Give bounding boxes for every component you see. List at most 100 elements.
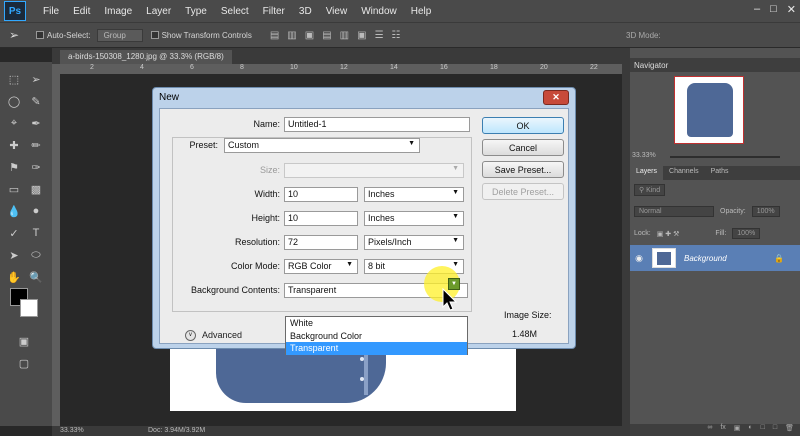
marquee-tool-icon[interactable]: ⬚: [4, 70, 24, 88]
menu-window[interactable]: Window: [354, 6, 404, 17]
zoom-tool-icon[interactable]: 🔍: [26, 268, 46, 286]
save-preset-button[interactable]: Save Preset...: [482, 161, 564, 178]
eyedropper-tool-icon[interactable]: ✒: [26, 114, 46, 132]
dialog-close-button[interactable]: ✕: [543, 90, 569, 105]
navigator-zoom[interactable]: 33.33%: [632, 152, 656, 159]
auto-select-dropdown[interactable]: Group: [96, 28, 143, 42]
screen-mode-icon[interactable]: ▢: [14, 354, 34, 372]
trash-icon[interactable]: 🗑: [785, 424, 794, 436]
ruler-tick: 8: [240, 64, 244, 71]
quick-select-tool-icon[interactable]: ✎: [26, 92, 46, 110]
dropdown-option-transparent[interactable]: Transparent: [286, 342, 467, 355]
menu-type[interactable]: Type: [178, 6, 214, 17]
align-left-icon[interactable]: ▤: [322, 30, 331, 41]
height-input[interactable]: 10: [284, 211, 358, 226]
name-input[interactable]: Untitled-1: [284, 117, 470, 132]
hand-tool-icon[interactable]: ✋: [4, 268, 24, 286]
mask-icon[interactable]: ▣: [734, 424, 741, 436]
tab-channels[interactable]: Channels: [663, 166, 705, 180]
menu-layer[interactable]: Layer: [139, 6, 178, 17]
healing-tool-icon[interactable]: ✚: [4, 136, 24, 154]
width-unit-select[interactable]: Inches ▼: [364, 187, 464, 202]
align-right-icon[interactable]: ▣: [357, 30, 366, 41]
crop-tool-icon[interactable]: ⌖: [4, 114, 24, 132]
link-layers-icon[interactable]: ∞: [707, 424, 712, 436]
maximize-icon[interactable]: □: [770, 3, 777, 16]
pen-tool-icon[interactable]: ✓: [4, 224, 24, 242]
menu-help[interactable]: Help: [404, 6, 439, 17]
advanced-label[interactable]: Advanced: [202, 330, 242, 340]
show-transform-checkbox[interactable]: [150, 31, 159, 39]
distribute-icon[interactable]: ☰: [375, 30, 384, 41]
color-mode-select[interactable]: RGB Color ▼: [284, 259, 358, 274]
opacity-input[interactable]: 100%: [751, 206, 780, 217]
visibility-eye-icon[interactable]: ◉: [630, 253, 648, 264]
path-select-tool-icon[interactable]: ➤: [4, 246, 24, 264]
clone-stamp-tool-icon[interactable]: ⚑: [4, 158, 24, 176]
ruler-tick: 12: [340, 64, 348, 71]
menu-view[interactable]: View: [319, 6, 355, 17]
tab-paths[interactable]: Paths: [705, 166, 735, 180]
dodge-tool-icon[interactable]: ●: [26, 202, 46, 220]
preset-select[interactable]: Custom ▼: [224, 138, 420, 153]
background-color-swatch[interactable]: [20, 299, 38, 317]
menu-3d[interactable]: 3D: [292, 6, 319, 17]
menu-select[interactable]: Select: [214, 6, 256, 17]
adjustment-icon[interactable]: ◐: [748, 424, 752, 436]
menu-edit[interactable]: Edit: [66, 6, 97, 17]
history-brush-tool-icon[interactable]: ✑: [26, 158, 46, 176]
layer-thumbnail-shirt: [657, 252, 671, 265]
folder-icon[interactable]: □: [761, 424, 765, 436]
size-label: Size:: [259, 165, 280, 175]
navigator-title[interactable]: Navigator: [634, 61, 668, 70]
align-vcenter-icon[interactable]: ▥: [287, 30, 296, 41]
align-bottom-icon[interactable]: ▣: [305, 30, 314, 41]
lock-icons[interactable]: ▣ ✚ ⚒: [657, 230, 680, 238]
resolution-input[interactable]: 72: [284, 235, 358, 250]
blur-tool-icon[interactable]: 💧: [4, 202, 24, 220]
resolution-unit-select[interactable]: Pixels/Inch ▼: [364, 235, 464, 250]
fill-input[interactable]: 100%: [732, 228, 761, 239]
menu-filter[interactable]: Filter: [256, 6, 292, 17]
fx-icon[interactable]: fx: [720, 424, 725, 436]
distribute-v-icon[interactable]: ☷: [392, 30, 401, 41]
preset-value: Custom: [228, 140, 260, 150]
menu-image[interactable]: Image: [97, 6, 139, 17]
menu-file[interactable]: File: [36, 6, 66, 17]
ok-button[interactable]: OK: [482, 117, 564, 134]
layer-row-background[interactable]: ◉ Background 🔒: [630, 245, 800, 271]
align-hcenter-icon[interactable]: ▥: [340, 30, 349, 41]
gradient-tool-icon[interactable]: ▩: [26, 180, 46, 198]
dropdown-option-background-color[interactable]: Background Color: [286, 330, 467, 343]
lasso-tool-icon[interactable]: ◯: [4, 92, 24, 110]
document-canvas[interactable]: [170, 349, 516, 411]
document-tab[interactable]: a-birds-150308_1280.jpg @ 33.3% (RGB/8): [60, 50, 232, 64]
tab-layers[interactable]: Layers: [630, 166, 664, 180]
height-unit-select[interactable]: Inches ▼: [364, 211, 464, 226]
new-layer-icon[interactable]: □: [773, 424, 777, 436]
eraser-tool-icon[interactable]: ▭: [4, 180, 24, 198]
navigator-thumbnail[interactable]: [674, 76, 744, 144]
navigator-zoom-slider[interactable]: [670, 156, 780, 158]
navigator-shirt-image: [687, 83, 733, 137]
cancel-button[interactable]: Cancel: [482, 139, 564, 156]
dropdown-option-white[interactable]: White: [286, 317, 467, 330]
layer-kind-filter[interactable]: ⚲ Kind: [634, 184, 666, 196]
type-tool-icon[interactable]: T: [26, 224, 46, 242]
quick-mask-icon[interactable]: ▣: [14, 332, 34, 350]
shirt-image: [216, 349, 386, 403]
width-input[interactable]: 10: [284, 187, 358, 202]
close-window-icon[interactable]: ✕: [787, 3, 796, 16]
brush-tool-icon[interactable]: ✏: [26, 136, 46, 154]
layers-panel-footer: ∞ fx ▣ ◐ □ □ 🗑: [630, 424, 800, 436]
align-top-icon[interactable]: ▤: [270, 30, 279, 41]
advanced-toggle-icon[interactable]: ∨: [185, 330, 196, 341]
minimize-icon[interactable]: –: [754, 3, 760, 16]
move-tool-icon[interactable]: ➢: [26, 70, 46, 88]
move-tool-preset-icon[interactable]: ➢: [0, 28, 28, 42]
ruler-tick: 14: [390, 64, 398, 71]
status-zoom[interactable]: 33.33%: [60, 427, 84, 434]
blend-mode-select[interactable]: Normal: [634, 206, 714, 217]
auto-select-checkbox[interactable]: [36, 31, 44, 39]
shape-tool-icon[interactable]: ⬭: [26, 246, 46, 264]
